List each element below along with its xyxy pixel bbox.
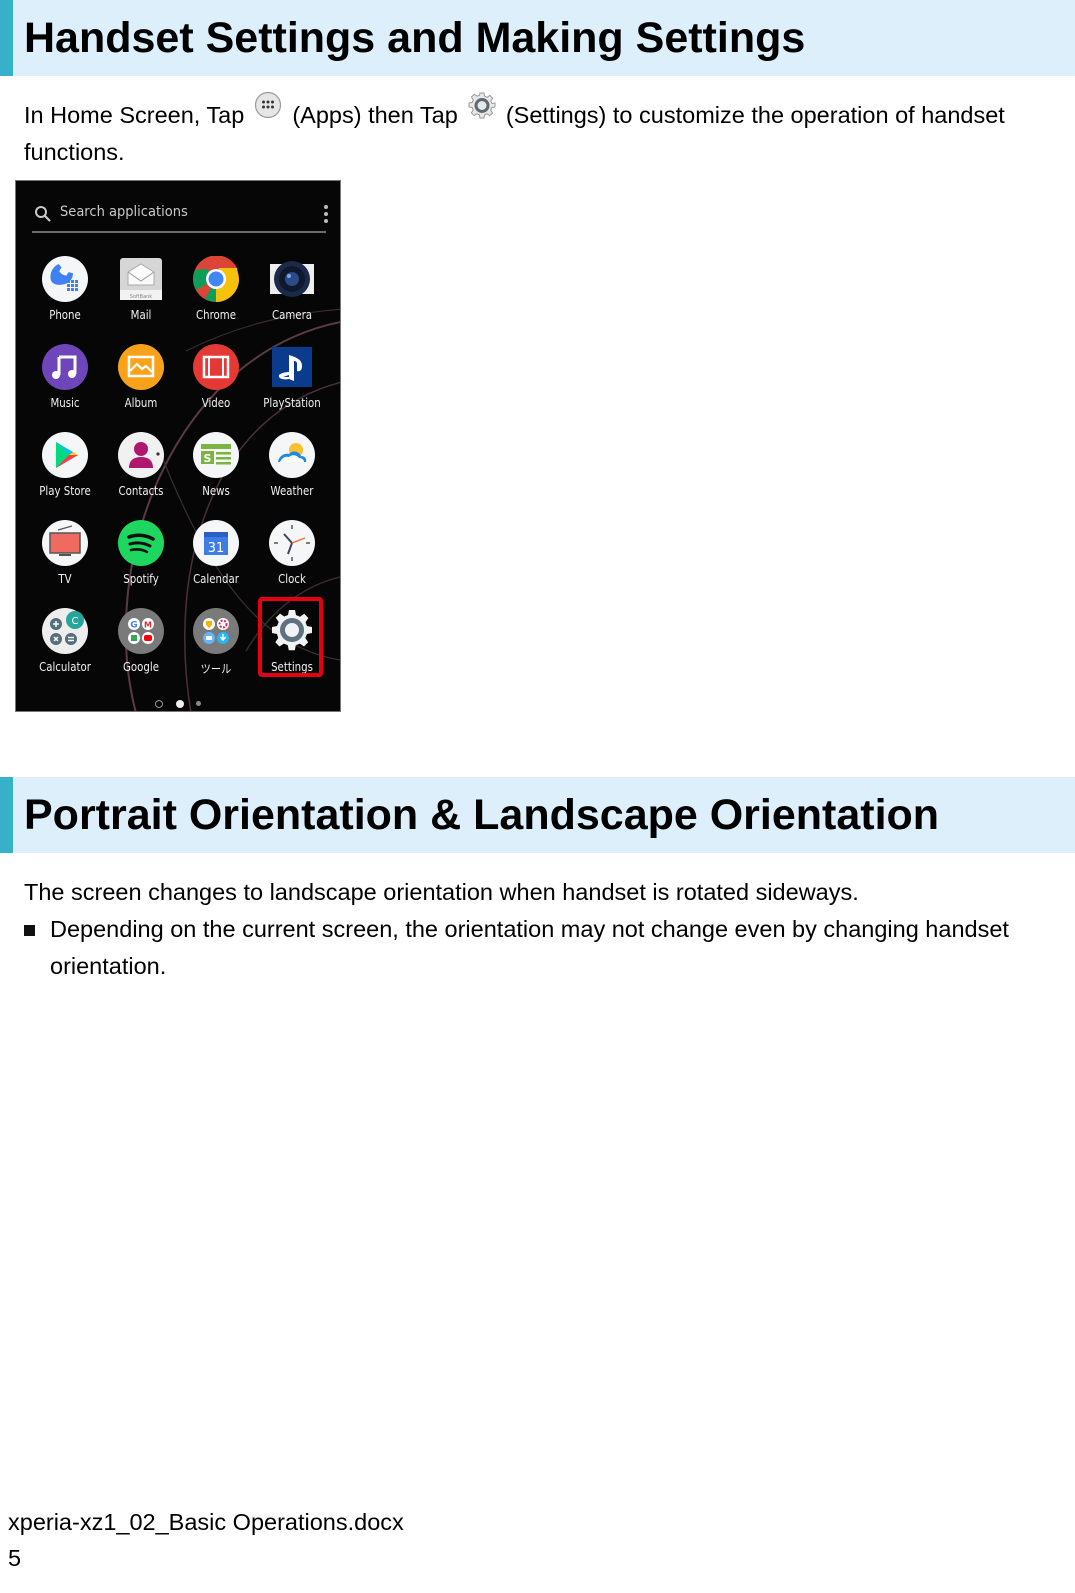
section-heading-settings: Handset Settings and Making Settings: [0, 0, 1075, 76]
music-icon: [42, 344, 88, 390]
chrome-icon: [193, 256, 239, 302]
app-label: Mail: [130, 308, 152, 322]
note-line-2: orientation.: [50, 953, 167, 979]
app-label: Google: [123, 660, 159, 674]
mail-brand-text: SoftBank: [130, 294, 153, 300]
app-label: Contacts: [118, 484, 164, 498]
app-video[interactable]: Video: [178, 344, 254, 424]
app-label: Video: [201, 396, 231, 410]
heading-title: Handset Settings and Making Settings: [24, 14, 806, 62]
footer-filename: xperia-xz1_02_Basic Operations.docx: [8, 1509, 404, 1535]
app-label: ツール: [200, 662, 232, 676]
app-weather[interactable]: Weather: [254, 432, 330, 512]
clock-icon: [269, 520, 315, 566]
tools-folder-icon: [193, 608, 239, 654]
settings-highlight-box: [258, 597, 323, 677]
calc-badge: C: [72, 616, 79, 627]
heading-accent-bar: [0, 0, 13, 76]
app-calculator[interactable]: C Calculator: [27, 608, 103, 688]
app-playstation[interactable]: PlayStation: [254, 344, 330, 424]
svg-text:G: G: [130, 621, 137, 631]
app-label: Spotify: [123, 572, 159, 586]
app-label: Music: [50, 396, 80, 410]
note-line-1: Depending on the current screen, the ori…: [50, 916, 1009, 942]
app-drawer-screenshot: Search applications Phone SoftBank Mail …: [15, 180, 341, 712]
app-label: Weather: [270, 484, 314, 498]
search-applications-bar[interactable]: Search applications: [32, 203, 328, 233]
phone-icon: [42, 256, 88, 302]
news-icon: S: [193, 432, 239, 478]
app-play-store[interactable]: Play Store: [27, 432, 103, 512]
heading-accent-bar: [0, 777, 13, 853]
heading-title: Portrait Orientation & Landscape Orienta…: [24, 791, 940, 839]
orientation-body: The screen changes to landscape orientat…: [24, 879, 859, 905]
app-contacts[interactable]: Contacts: [103, 432, 179, 512]
app-album[interactable]: Album: [103, 344, 179, 424]
google-folder-icon: GM: [118, 608, 164, 654]
app-tv[interactable]: TV: [27, 520, 103, 600]
svg-text:S: S: [204, 452, 212, 465]
app-music[interactable]: Music: [27, 344, 103, 424]
app-mail[interactable]: SoftBank Mail: [103, 256, 179, 336]
play-store-icon: [42, 432, 88, 478]
app-label: Camera: [271, 308, 313, 322]
contacts-icon: [118, 432, 164, 478]
playstation-icon: [272, 347, 312, 387]
app-label: News: [202, 484, 230, 498]
app-label: Phone: [49, 308, 81, 322]
weather-icon: [269, 432, 315, 478]
app-label: Clock: [278, 572, 306, 586]
album-icon: [118, 344, 164, 390]
settings-icon: [468, 91, 496, 130]
app-news[interactable]: S News: [178, 432, 254, 512]
app-label: PlayStation: [263, 396, 321, 410]
app-label: Chrome: [195, 308, 237, 322]
calendar-icon: 31: [193, 520, 239, 566]
app-clock[interactable]: Clock: [254, 520, 330, 600]
footer-page-number: 5: [8, 1545, 22, 1571]
intro-text-2: (Apps) then Tap: [292, 102, 458, 128]
page-dot-current[interactable]: [175, 699, 184, 708]
app-chrome[interactable]: Chrome: [178, 256, 254, 336]
app-tools-folder[interactable]: ツール: [178, 608, 254, 688]
section-heading-orientation: Portrait Orientation & Landscape Orienta…: [0, 777, 1075, 853]
overflow-menu-icon[interactable]: [324, 205, 328, 226]
app-label: Play Store: [39, 484, 91, 498]
app-spotify[interactable]: Spotify: [103, 520, 179, 600]
app-label: Calculator: [39, 660, 91, 674]
page-dot[interactable]: [195, 701, 201, 707]
app-google-folder[interactable]: GM Google: [103, 608, 179, 688]
video-icon: [193, 344, 239, 390]
intro-text-1: In Home Screen, Tap: [24, 102, 245, 128]
intro-paragraph: In Home Screen, Tap (Apps) then Tap (Setti…: [24, 92, 1005, 136]
svg-text:M: M: [144, 621, 152, 630]
app-phone[interactable]: Phone: [27, 256, 103, 336]
calculator-icon: C: [42, 608, 88, 654]
app-camera[interactable]: Camera: [254, 256, 330, 336]
app-calendar[interactable]: 31 Calendar: [178, 520, 254, 600]
intro-paragraph-line2: functions.: [24, 139, 125, 165]
search-icon: [35, 206, 51, 222]
camera-icon: [270, 261, 314, 297]
app-label: Calendar: [193, 572, 239, 586]
apps-icon: [254, 91, 282, 130]
app-label: TV: [58, 572, 72, 586]
app-label: Album: [124, 396, 158, 410]
bullet-square-icon: [24, 925, 35, 936]
search-page-icon: [155, 699, 164, 708]
spotify-icon: [118, 520, 164, 566]
mail-icon: SoftBank: [120, 258, 162, 300]
search-placeholder: Search applications: [60, 204, 188, 220]
tv-icon: [42, 520, 88, 566]
intro-text-3: (Settings) to customize the operation of…: [505, 102, 1005, 128]
calendar-day: 31: [208, 541, 225, 556]
page-indicator: [16, 695, 340, 711]
